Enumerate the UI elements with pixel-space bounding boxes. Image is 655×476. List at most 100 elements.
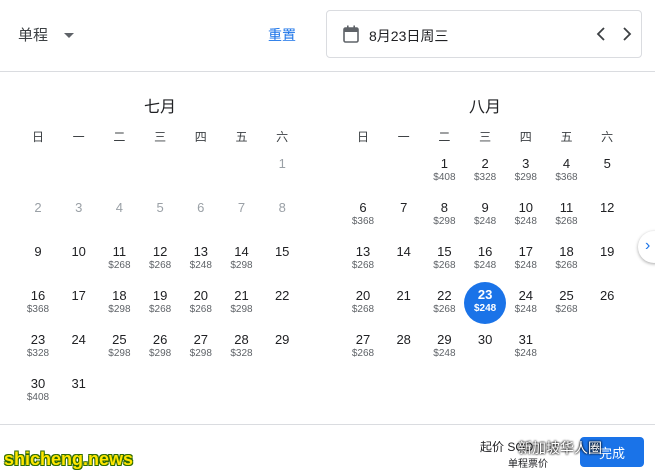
day-cell[interactable]: 26 — [587, 285, 627, 325]
day-number: 29 — [437, 332, 452, 347]
next-date-button[interactable] — [616, 23, 638, 45]
day-cell[interactable]: 22 — [262, 285, 302, 325]
selected-day-cell[interactable]: 23 $248 — [464, 282, 507, 324]
day-number: 31 — [518, 332, 534, 347]
day-cell[interactable]: 26 $298 — [140, 329, 180, 369]
weekday-header: 六 — [601, 130, 614, 144]
day-number: 27 — [355, 332, 371, 347]
day-cell[interactable]: 25 $298 — [99, 329, 139, 369]
day-cell[interactable]: 3 $298 — [506, 153, 546, 193]
day-number: 18 — [112, 288, 127, 303]
day-cell[interactable]: 25 $268 — [547, 285, 587, 325]
day-number: 2 — [34, 200, 42, 215]
day-cell[interactable]: 29 $248 — [424, 329, 464, 369]
day-cell[interactable]: 24 — [59, 329, 99, 369]
day-cell[interactable]: 16 $248 — [465, 241, 505, 281]
next-month-button[interactable]: › — [638, 231, 655, 263]
day-number: 26 — [152, 332, 168, 347]
day-cell[interactable]: 30 $408 — [18, 373, 58, 413]
day-price: $368 — [555, 172, 578, 183]
day-number: 16 — [477, 244, 493, 259]
day-cell[interactable]: 16 $368 — [18, 285, 58, 325]
day-cell[interactable]: 27 $298 — [181, 329, 221, 369]
day-cell[interactable]: 19 — [587, 241, 627, 281]
day-cell[interactable]: 20 $268 — [181, 285, 221, 325]
day-cell[interactable]: 6 — [181, 197, 221, 237]
day-number: 7 — [400, 200, 408, 215]
day-price: $268 — [555, 304, 578, 315]
day-cell[interactable]: 5 — [140, 197, 180, 237]
day-number: 17 — [71, 288, 86, 303]
trip-type-dropdown[interactable]: 单程 — [18, 24, 75, 45]
day-number: 15 — [437, 244, 452, 259]
day-cell[interactable]: 6 $368 — [343, 197, 383, 237]
day-cell[interactable]: 28 — [384, 329, 424, 369]
day-cell[interactable]: 8 — [262, 197, 302, 237]
day-cell[interactable]: 28 $328 — [222, 329, 262, 369]
day-price: $298 — [189, 348, 212, 359]
day-cell[interactable]: 9 $248 — [465, 197, 505, 237]
day-price: $298 — [108, 348, 131, 359]
day-cell[interactable]: 1 — [262, 153, 302, 193]
day-cell[interactable]: 19 $268 — [140, 285, 180, 325]
day-cell[interactable]: 24 $248 — [506, 285, 546, 325]
day-cell[interactable]: 22 $268 — [424, 285, 464, 325]
day-cell[interactable]: 11 $268 — [547, 197, 587, 237]
day-cell[interactable]: 7 — [384, 197, 424, 237]
day-cell[interactable]: 29 — [262, 329, 302, 369]
day-number: 24 — [518, 288, 534, 303]
chevron-left-icon — [596, 27, 605, 41]
previous-date-button[interactable] — [590, 23, 612, 45]
day-cell[interactable]: 10 $248 — [506, 197, 546, 237]
day-price: $328 — [473, 172, 497, 183]
day-cell[interactable]: 20 $268 — [343, 285, 383, 325]
day-price: $248 — [514, 348, 537, 359]
day-cell[interactable]: 21 — [384, 285, 424, 325]
day-cell[interactable]: 15 — [262, 241, 302, 281]
day-cell[interactable]: 1 $408 — [424, 153, 464, 193]
day-cell[interactable]: 13 $268 — [343, 241, 383, 281]
day-number: 21 — [396, 288, 411, 303]
day-cell[interactable]: 7 — [222, 197, 262, 237]
day-cell[interactable]: 12 — [587, 197, 627, 237]
day-cell[interactable]: 18 $268 — [547, 241, 587, 281]
day-cell[interactable]: 17 — [59, 285, 99, 325]
day-cell[interactable]: 11 $268 — [99, 241, 139, 281]
chevron-down-icon — [64, 33, 75, 38]
reset-button[interactable]: 重置 — [268, 25, 296, 45]
day-price: $268 — [433, 260, 456, 271]
day-cell[interactable]: 10 — [59, 241, 99, 281]
day-price: $268 — [433, 304, 456, 315]
day-cell[interactable]: 9 — [18, 241, 58, 281]
day-cell[interactable]: 3 — [59, 197, 99, 237]
day-cell[interactable]: 18 $298 — [99, 285, 139, 325]
day-cell[interactable]: 31 — [59, 373, 99, 413]
day-cell[interactable]: 12 $268 — [140, 241, 180, 281]
day-cell[interactable]: 27 $268 — [343, 329, 383, 369]
day-cell[interactable]: 13 $248 — [181, 241, 221, 281]
date-field[interactable]: 8月23日周三 — [326, 10, 642, 58]
day-number: 28 — [234, 332, 249, 347]
day-cell[interactable]: 31 $248 — [506, 329, 546, 369]
day-number: 10 — [518, 200, 534, 215]
day-cell[interactable]: 30 — [465, 329, 505, 369]
day-cell[interactable]: 21 $298 — [222, 285, 262, 325]
day-cell[interactable]: 17 $248 — [506, 241, 546, 281]
day-cell[interactable]: 14 $298 — [222, 241, 262, 281]
day-cell[interactable]: 5 — [587, 153, 627, 193]
day-number: 7 — [237, 200, 246, 215]
day-number: 8 — [278, 200, 286, 215]
day-cell[interactable]: 4 $368 — [547, 153, 587, 193]
day-number: 3 — [75, 200, 83, 215]
day-cell[interactable]: 2 $328 — [465, 153, 505, 193]
day-cell[interactable]: 14 — [384, 241, 424, 281]
day-number: 9 — [481, 200, 489, 215]
day-cell[interactable]: 2 — [18, 197, 58, 237]
weekday-header: 日 — [356, 130, 369, 144]
day-cell[interactable]: 8 $298 — [424, 197, 464, 237]
day-price: $248 — [514, 260, 537, 271]
day-cell[interactable]: 4 — [99, 197, 139, 237]
day-number: 1 — [440, 156, 448, 171]
day-cell[interactable]: 23 $328 — [18, 329, 58, 369]
day-cell[interactable]: 15 $268 — [424, 241, 464, 281]
